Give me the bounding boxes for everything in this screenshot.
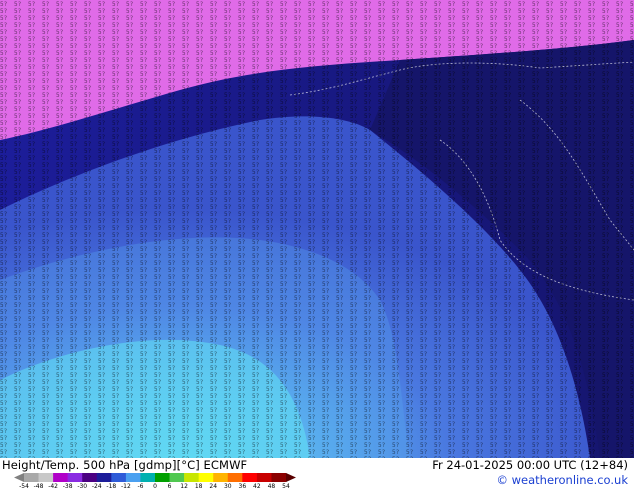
colorbar-segment: [169, 473, 185, 482]
colorbar-tick-label: 6: [167, 483, 172, 490]
colorbar-tick-label: -48: [33, 483, 44, 490]
colorbar-segment: [184, 473, 199, 482]
colorbar-tick-label: -6: [137, 483, 144, 490]
colorbar-tick-label: 24: [209, 483, 218, 490]
colorbar-arrow-right: [286, 473, 296, 482]
colorbar-segment: [38, 473, 54, 482]
colorbar-tick-label: -54: [19, 483, 29, 490]
colorbar-segment: [242, 473, 258, 482]
colorbar-tick-label: 30: [223, 483, 232, 490]
colorbar-segment: [155, 473, 170, 482]
colorbar-tick-label: -12: [120, 483, 131, 490]
isoline-labels: [0, 0, 634, 458]
colorbar-segment: [227, 473, 243, 482]
colorbar-tick-label: 36: [238, 483, 247, 490]
colorbar-tick-label: 42: [253, 483, 261, 490]
colorbar-segment: [53, 473, 68, 482]
colorbar-tick-label: -38: [62, 483, 73, 490]
colorbar-segment: [198, 473, 214, 482]
colorbar-segment: [111, 473, 127, 482]
colorbar-tick-label: 54: [282, 483, 290, 490]
weather-map: 5?: [0, 0, 634, 458]
colorbar-tick-label: -18: [106, 483, 117, 490]
colorbar-tick-label: 0: [153, 483, 157, 490]
colorbar-segment: [256, 473, 272, 482]
colorbar-tick-label: -30: [77, 483, 88, 490]
colorbar-segment: [125, 473, 141, 482]
colorbar-segment: [82, 473, 98, 482]
credit-link[interactable]: © weatheronline.co.uk: [496, 473, 628, 487]
colorbar-tick-label: 48: [267, 483, 276, 490]
colorbar-segment: [271, 473, 287, 482]
colorbar-tick-label: -42: [48, 483, 59, 490]
colorbar-segment: [140, 473, 156, 482]
colorbar-segment: [24, 473, 39, 482]
colorbar-arrow-left: [14, 473, 24, 482]
colorbar: [14, 473, 296, 482]
legend-footer: Height/Temp. 500 hPa [gdmp][°C] ECMWF Fr…: [0, 458, 634, 490]
colorbar-segment: [96, 473, 112, 482]
colorbar-tick-label: -24: [91, 483, 102, 490]
colorbar-tick-label: 12: [180, 483, 188, 490]
colorbar-segment: [67, 473, 83, 482]
colorbar-tick-label: 18: [194, 483, 203, 490]
map-caption: Height/Temp. 500 hPa [gdmp][°C] ECMWF: [2, 458, 248, 472]
colorbar-segment: [213, 473, 229, 482]
forecast-datetime: Fr 24-01-2025 00:00 UTC (12+84): [432, 458, 628, 472]
